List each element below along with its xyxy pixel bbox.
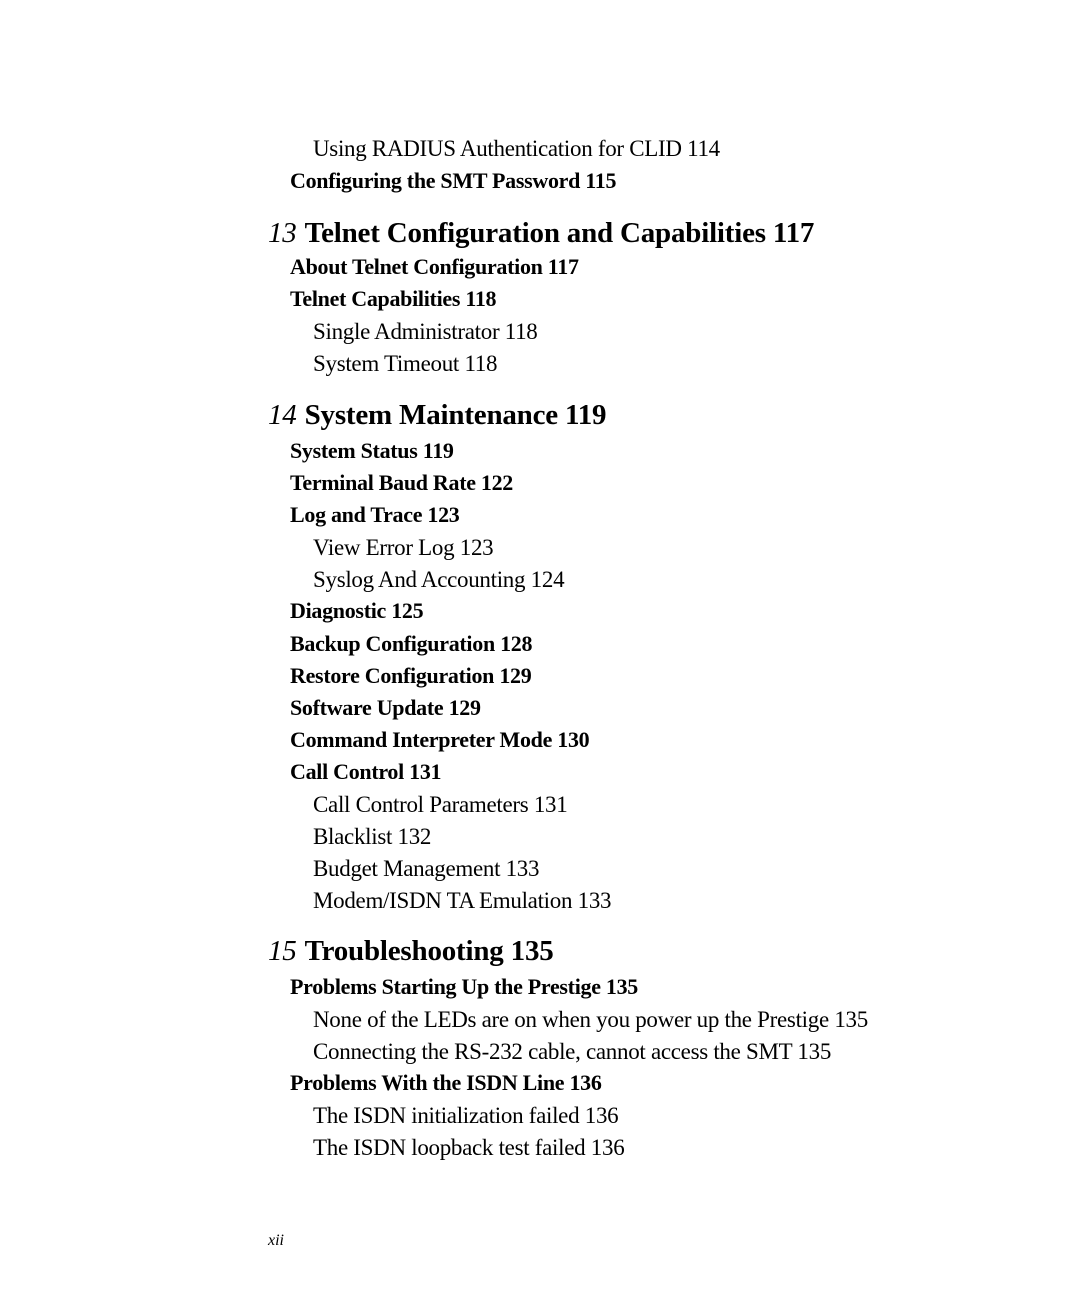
entry-page-number: 130	[557, 727, 590, 752]
entry-title: System Timeout	[313, 351, 459, 376]
entry-title: Telnet Capabilities	[290, 286, 461, 311]
entry-page-number: 131	[409, 759, 442, 784]
entry-title: Restore Configuration	[290, 663, 495, 688]
toc-section-entry[interactable]: Diagnostic 125	[290, 598, 424, 623]
entry-page-number: 136	[584, 1103, 619, 1128]
entry-page-number: 122	[480, 470, 514, 495]
entry-title: Using RADIUS Authentication for CLID	[313, 136, 682, 161]
toc-chapter-entry[interactable]: 15 Troubleshooting 135	[268, 937, 554, 966]
toc-section-entry[interactable]: Configuring the SMT Password 115	[290, 170, 616, 192]
entry-title: Blacklist	[313, 824, 393, 849]
toc-section-entry[interactable]: Problems Starting Up the Prestige 135	[290, 976, 638, 998]
entry-title: Connecting the RS-232 cable, cannot acce…	[313, 1039, 792, 1064]
entry-title: Budget Management	[313, 856, 501, 881]
entry-title: Command Interpreter Mode	[290, 727, 553, 752]
toc-subsection-entry[interactable]: The ISDN loopback test failed 136	[313, 1135, 625, 1160]
toc-subsection-entry[interactable]: System Timeout 118	[313, 351, 498, 376]
entry-page-number: 118	[504, 319, 538, 344]
toc-section-entry[interactable]: Restore Configuration 129	[290, 663, 532, 688]
entry-page-number: 119	[565, 399, 607, 431]
toc-subsection-entry[interactable]: Budget Management 133	[313, 856, 540, 881]
toc-section-entry[interactable]: Telnet Capabilities 118	[290, 286, 497, 311]
entry-title: Configuring the SMT Password	[290, 168, 581, 193]
toc-section-entry[interactable]: Log and Trace 123	[290, 504, 460, 526]
entry-title: Telnet Configuration and Capabilities	[304, 217, 766, 249]
toc-section-entry[interactable]: Backup Configuration 128	[290, 631, 533, 656]
entry-page-number: 136	[590, 1135, 625, 1160]
toc-subsection-entry[interactable]: Connecting the RS-232 cable, cannot acce…	[313, 1040, 831, 1063]
toc-subsection-entry[interactable]: Using RADIUS Authentication for CLID 114	[313, 137, 720, 160]
chapter-number: 14	[268, 399, 297, 431]
entry-title: Syslog And Accounting	[313, 567, 526, 592]
entry-title: View Error Log	[313, 535, 455, 560]
entry-page-number: 125	[391, 598, 424, 623]
entry-page-number: 129	[448, 695, 481, 720]
entry-title: Log and Trace	[290, 502, 423, 527]
entry-title: The ISDN loopback test failed	[313, 1135, 586, 1160]
entry-title: Single Administrator	[313, 319, 500, 344]
entry-page-number: 135	[834, 1007, 868, 1032]
entry-title: None of the LEDs are on when you power u…	[313, 1007, 829, 1032]
entry-page-number: 131	[533, 792, 568, 817]
toc-subsection-entry[interactable]: Syslog And Accounting 124	[313, 567, 565, 592]
entry-page-number: 124	[530, 567, 565, 592]
toc-section-entry[interactable]: Problems With the ISDN Line 136	[290, 1072, 602, 1094]
toc-section-entry[interactable]: System Status 119	[290, 440, 454, 462]
entry-page-number: 133	[505, 856, 540, 881]
page-number: xii	[268, 1232, 284, 1249]
entry-title: Diagnostic	[290, 598, 387, 623]
toc-chapter-entry[interactable]: 13 Telnet Configuration and Capabilities …	[268, 219, 814, 248]
entry-title: Terminal Baud Rate	[290, 470, 476, 495]
entry-page-number: 117	[772, 217, 815, 249]
toc-section-entry[interactable]: Command Interpreter Mode 130	[290, 727, 590, 752]
entry-page-number: 132	[397, 824, 432, 849]
entry-page-number: 136	[569, 1070, 602, 1095]
entry-page-number: 115	[585, 168, 617, 193]
toc-subsection-entry[interactable]: Single Administrator 118	[313, 320, 538, 343]
entry-title: Problems Starting Up the Prestige	[290, 974, 601, 999]
entry-title: Backup Configuration	[290, 631, 495, 656]
entry-title: The ISDN initialization failed	[313, 1103, 580, 1128]
entry-title: Troubleshooting	[304, 935, 504, 967]
entry-title: Modem/ISDN TA Emulation	[313, 888, 573, 913]
toc-section-entry[interactable]: Software Update 129	[290, 697, 481, 719]
entry-title: Software Update	[290, 695, 444, 720]
entry-page-number: 117	[547, 254, 579, 279]
entry-title: System Status	[290, 438, 418, 463]
entry-page-number: 128	[500, 631, 533, 656]
toc-section-entry[interactable]: Terminal Baud Rate 122	[290, 472, 513, 494]
toc-subsection-entry[interactable]: View Error Log 123	[313, 535, 494, 560]
entry-page-number: 133	[577, 888, 612, 913]
entry-page-number: 129	[499, 663, 532, 688]
entry-page-number: 135	[605, 974, 639, 999]
entry-title: Call Control	[290, 759, 404, 784]
entry-page-number: 114	[687, 136, 720, 161]
chapter-number: 13	[268, 217, 297, 249]
entry-page-number: 118	[464, 351, 498, 376]
toc-subsection-entry[interactable]: Modem/ISDN TA Emulation 133	[313, 888, 612, 913]
toc-subsection-entry[interactable]: Call Control Parameters 131	[313, 792, 568, 817]
entry-title: Call Control Parameters	[313, 792, 529, 817]
entry-page-number: 118	[465, 286, 497, 311]
entry-page-number: 123	[427, 502, 460, 527]
toc-subsection-entry[interactable]: Blacklist 132	[313, 825, 431, 848]
toc-subsection-entry[interactable]: The ISDN initialization failed 136	[313, 1103, 619, 1128]
toc-chapter-entry[interactable]: 14 System Maintenance 119	[268, 399, 607, 431]
entry-page-number: 123	[459, 535, 494, 560]
toc-section-entry[interactable]: About Telnet Configuration 117	[290, 256, 579, 278]
entry-page-number: 119	[422, 438, 454, 463]
entry-title: System Maintenance	[304, 399, 559, 431]
entry-page-number: 135	[797, 1039, 832, 1064]
entry-title: Problems With the ISDN Line	[290, 1070, 565, 1095]
entry-title: About Telnet Configuration	[290, 254, 543, 279]
entry-page-number: 135	[510, 935, 554, 967]
chapter-number: 15	[268, 935, 297, 967]
toc-subsection-entry[interactable]: None of the LEDs are on when you power u…	[313, 1008, 868, 1031]
toc-section-entry[interactable]: Call Control 131	[290, 759, 442, 784]
